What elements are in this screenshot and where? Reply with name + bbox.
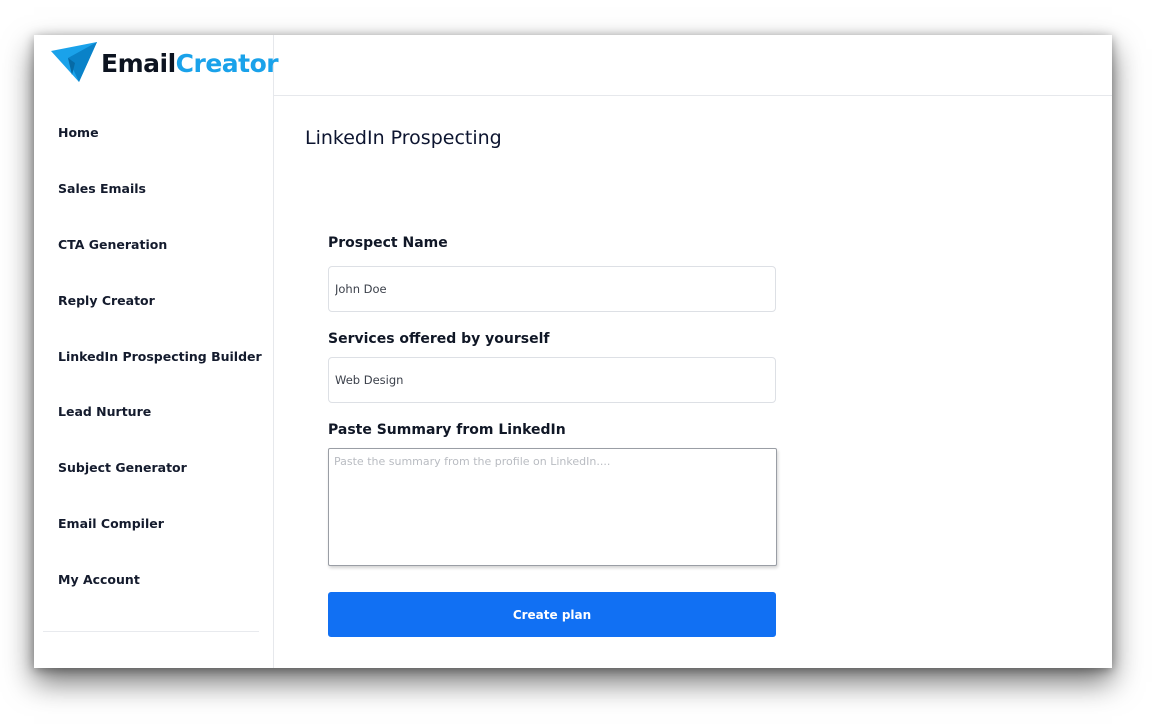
prospect-name-label: Prospect Name [328, 235, 448, 251]
sidebar-item-email-compiler[interactable]: Email Compiler [34, 496, 273, 552]
sidebar-item-cta-generation[interactable]: CTA Generation [34, 217, 273, 273]
summary-label: Paste Summary from LinkedIn [328, 422, 566, 438]
sidebar-item-reply-creator[interactable]: Reply Creator [34, 272, 273, 328]
services-label: Services offered by yourself [328, 331, 550, 347]
create-plan-button[interactable]: Create plan [328, 592, 776, 637]
sidebar-divider [43, 631, 259, 632]
logo[interactable]: EmailCreator [51, 41, 279, 85]
sidebar-item-sales-emails[interactable]: Sales Emails [34, 161, 273, 217]
logo-text-email: Email [101, 48, 176, 78]
sidebar: EmailCreator Home Sales Emails CTA Gener… [34, 35, 279, 668]
main-content: LinkedIn Prospecting Prospect Name Servi… [274, 35, 1112, 668]
page-title: LinkedIn Prospecting [305, 127, 502, 149]
sidebar-item-subject-generator[interactable]: Subject Generator [34, 440, 273, 496]
logo-text-creator: Creator [175, 48, 279, 78]
prospecting-form: Prospect Name Services offered by yourse… [328, 233, 777, 637]
sidebar-nav: Home Sales Emails CTA Generation Reply C… [34, 105, 273, 607]
app-window: EmailCreator Home Sales Emails CTA Gener… [34, 35, 1112, 668]
sidebar-item-lead-nurture[interactable]: Lead Nurture [34, 384, 273, 440]
top-bar [274, 35, 1112, 96]
summary-textarea[interactable] [328, 448, 777, 566]
sidebar-item-linkedin-prospecting-builder[interactable]: LinkedIn Prospecting Builder [34, 328, 273, 384]
services-input[interactable] [328, 357, 776, 403]
prospect-name-input[interactable] [328, 266, 776, 312]
sidebar-item-home[interactable]: Home [34, 105, 273, 161]
logo-text: EmailCreator [101, 48, 279, 78]
paper-plane-icon [51, 42, 97, 82]
sidebar-item-my-account[interactable]: My Account [34, 551, 273, 607]
